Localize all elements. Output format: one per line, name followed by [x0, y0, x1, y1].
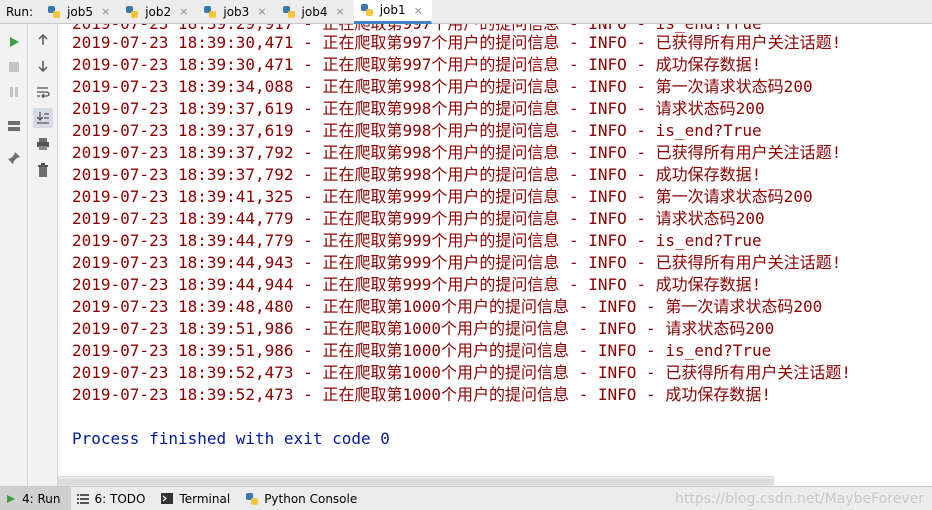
layout-icon: [8, 121, 20, 131]
log-line: 2019-07-23 18:39:44,779 - 正在爬取第999个用户的提问…: [72, 209, 765, 228]
clear-all-button[interactable]: [33, 160, 53, 180]
tab-label: job5: [67, 4, 93, 19]
play-icon: [10, 37, 19, 47]
python-file-icon: [203, 5, 217, 19]
tab-label: job2: [145, 4, 172, 19]
tab-job2[interactable]: job2 ×: [119, 0, 197, 24]
python-icon: [246, 492, 259, 505]
log-line: 2019-07-23 18:39:34,088 - 正在爬取第998个用户的提问…: [72, 77, 813, 96]
tool-tab-label: 4: Run: [22, 491, 61, 506]
log-line: 2019-07-23 18:39:51,986 - 正在爬取第1000个用户的提…: [72, 319, 775, 338]
log-line: 2019-07-23 18:39:37,792 - 正在爬取第998个用户的提问…: [72, 165, 762, 184]
log-line: 2019-07-23 18:39:44,944 - 正在爬取第999个用户的提问…: [72, 275, 762, 294]
scroll-to-end-button[interactable]: [33, 108, 53, 128]
soft-wrap-button[interactable]: [33, 82, 53, 102]
terminal-icon: [161, 493, 174, 504]
soft-wrap-icon: [37, 87, 50, 98]
arrow-up-icon: [38, 34, 48, 45]
watermark: https://blog.csdn.net/MaybeForever: [674, 491, 924, 507]
printer-icon: [37, 138, 49, 150]
console-toolbar: [28, 24, 58, 486]
tool-tab-todo[interactable]: 6: TODO: [71, 487, 156, 510]
log-line: 2019-07-23 18:39:37,619 - 正在爬取第998个用户的提问…: [72, 99, 765, 118]
tool-tab-label: 6: TODO: [94, 491, 146, 506]
trash-icon: [38, 163, 48, 177]
layout-button[interactable]: [4, 116, 24, 136]
close-icon[interactable]: ×: [335, 5, 344, 18]
stop-icon: [9, 62, 19, 72]
pause-icon: [10, 87, 18, 97]
arrow-down-icon: [38, 61, 48, 72]
pause-button[interactable]: [4, 82, 24, 102]
run-tab-bar: Run: job5 × job2 × job3 × job4 × job1 ×: [0, 0, 932, 24]
print-button[interactable]: [33, 134, 53, 154]
left-toolbar: [0, 24, 28, 486]
tab-label: job4: [301, 4, 328, 19]
tool-tab-label: Python Console: [264, 491, 358, 506]
todo-icon: [76, 493, 89, 504]
close-icon[interactable]: ×: [101, 5, 110, 18]
tool-tab-run[interactable]: 4: Run: [0, 487, 71, 510]
log-line: 2019-07-23 18:39:52,473 - 正在爬取第1000个用户的提…: [72, 385, 771, 404]
close-icon[interactable]: ×: [257, 5, 266, 18]
stop-button[interactable]: [4, 57, 24, 77]
console-output[interactable]: 2019-07-23 18:39:29,917 - 正在爬取第997个用户的提问…: [58, 24, 932, 476]
pin-button[interactable]: [4, 148, 24, 168]
tab-job3[interactable]: job3 ×: [197, 0, 275, 24]
exit-message: Process finished with exit code 0: [72, 429, 390, 448]
tool-window-bar: 4: Run 6: TODO Terminal Python Console h…: [0, 486, 932, 510]
tool-tab-label: Terminal: [179, 491, 231, 506]
log-line: 2019-07-23 18:39:30,471 - 正在爬取第997个用户的提问…: [72, 33, 842, 52]
close-icon[interactable]: ×: [414, 4, 423, 17]
log-line: 2019-07-23 18:39:44,779 - 正在爬取第999个用户的提问…: [72, 231, 762, 250]
rerun-button[interactable]: [4, 32, 24, 52]
scrollbar-thumb[interactable]: [58, 479, 774, 485]
log-line: 2019-07-23 18:39:48,480 - 正在爬取第1000个用户的提…: [72, 297, 823, 316]
python-file-icon: [47, 5, 61, 19]
tab-label: job1: [379, 3, 406, 17]
log-line: 2019-07-23 18:39:37,619 - 正在爬取第998个用户的提问…: [72, 121, 762, 140]
tool-tab-python-console[interactable]: Python Console: [240, 487, 367, 510]
scroll-up-button[interactable]: [33, 30, 53, 50]
log-line: 2019-07-23 18:39:41,325 - 正在爬取第999个用户的提问…: [72, 187, 813, 206]
tab-job1[interactable]: job1 ×: [353, 0, 432, 24]
tab-label: job3: [223, 4, 250, 19]
tool-tab-terminal[interactable]: Terminal: [155, 487, 240, 510]
scroll-down-button[interactable]: [33, 56, 53, 76]
close-icon[interactable]: ×: [179, 5, 188, 18]
python-file-icon: [125, 5, 139, 19]
tab-job5[interactable]: job5 ×: [41, 0, 119, 24]
log-line: 2019-07-23 18:39:51,986 - 正在爬取第1000个用户的提…: [72, 341, 772, 360]
log-line: 2019-07-23 18:39:44,943 - 正在爬取第999个用户的提问…: [72, 253, 842, 272]
pin-icon: [8, 152, 20, 164]
python-file-icon: [282, 5, 296, 19]
tab-job4[interactable]: job4 ×: [276, 0, 354, 24]
run-icon: [6, 494, 16, 504]
scroll-to-end-icon: [36, 112, 49, 124]
log-line: 2019-07-23 18:39:37,792 - 正在爬取第998个用户的提问…: [72, 143, 842, 162]
log-line: 2019-07-23 18:39:52,473 - 正在爬取第1000个用户的提…: [72, 363, 851, 382]
run-label: Run:: [6, 4, 34, 19]
log-line: 2019-07-23 18:39:30,471 - 正在爬取第997个用户的提问…: [72, 55, 762, 74]
python-file-icon: [360, 3, 374, 17]
